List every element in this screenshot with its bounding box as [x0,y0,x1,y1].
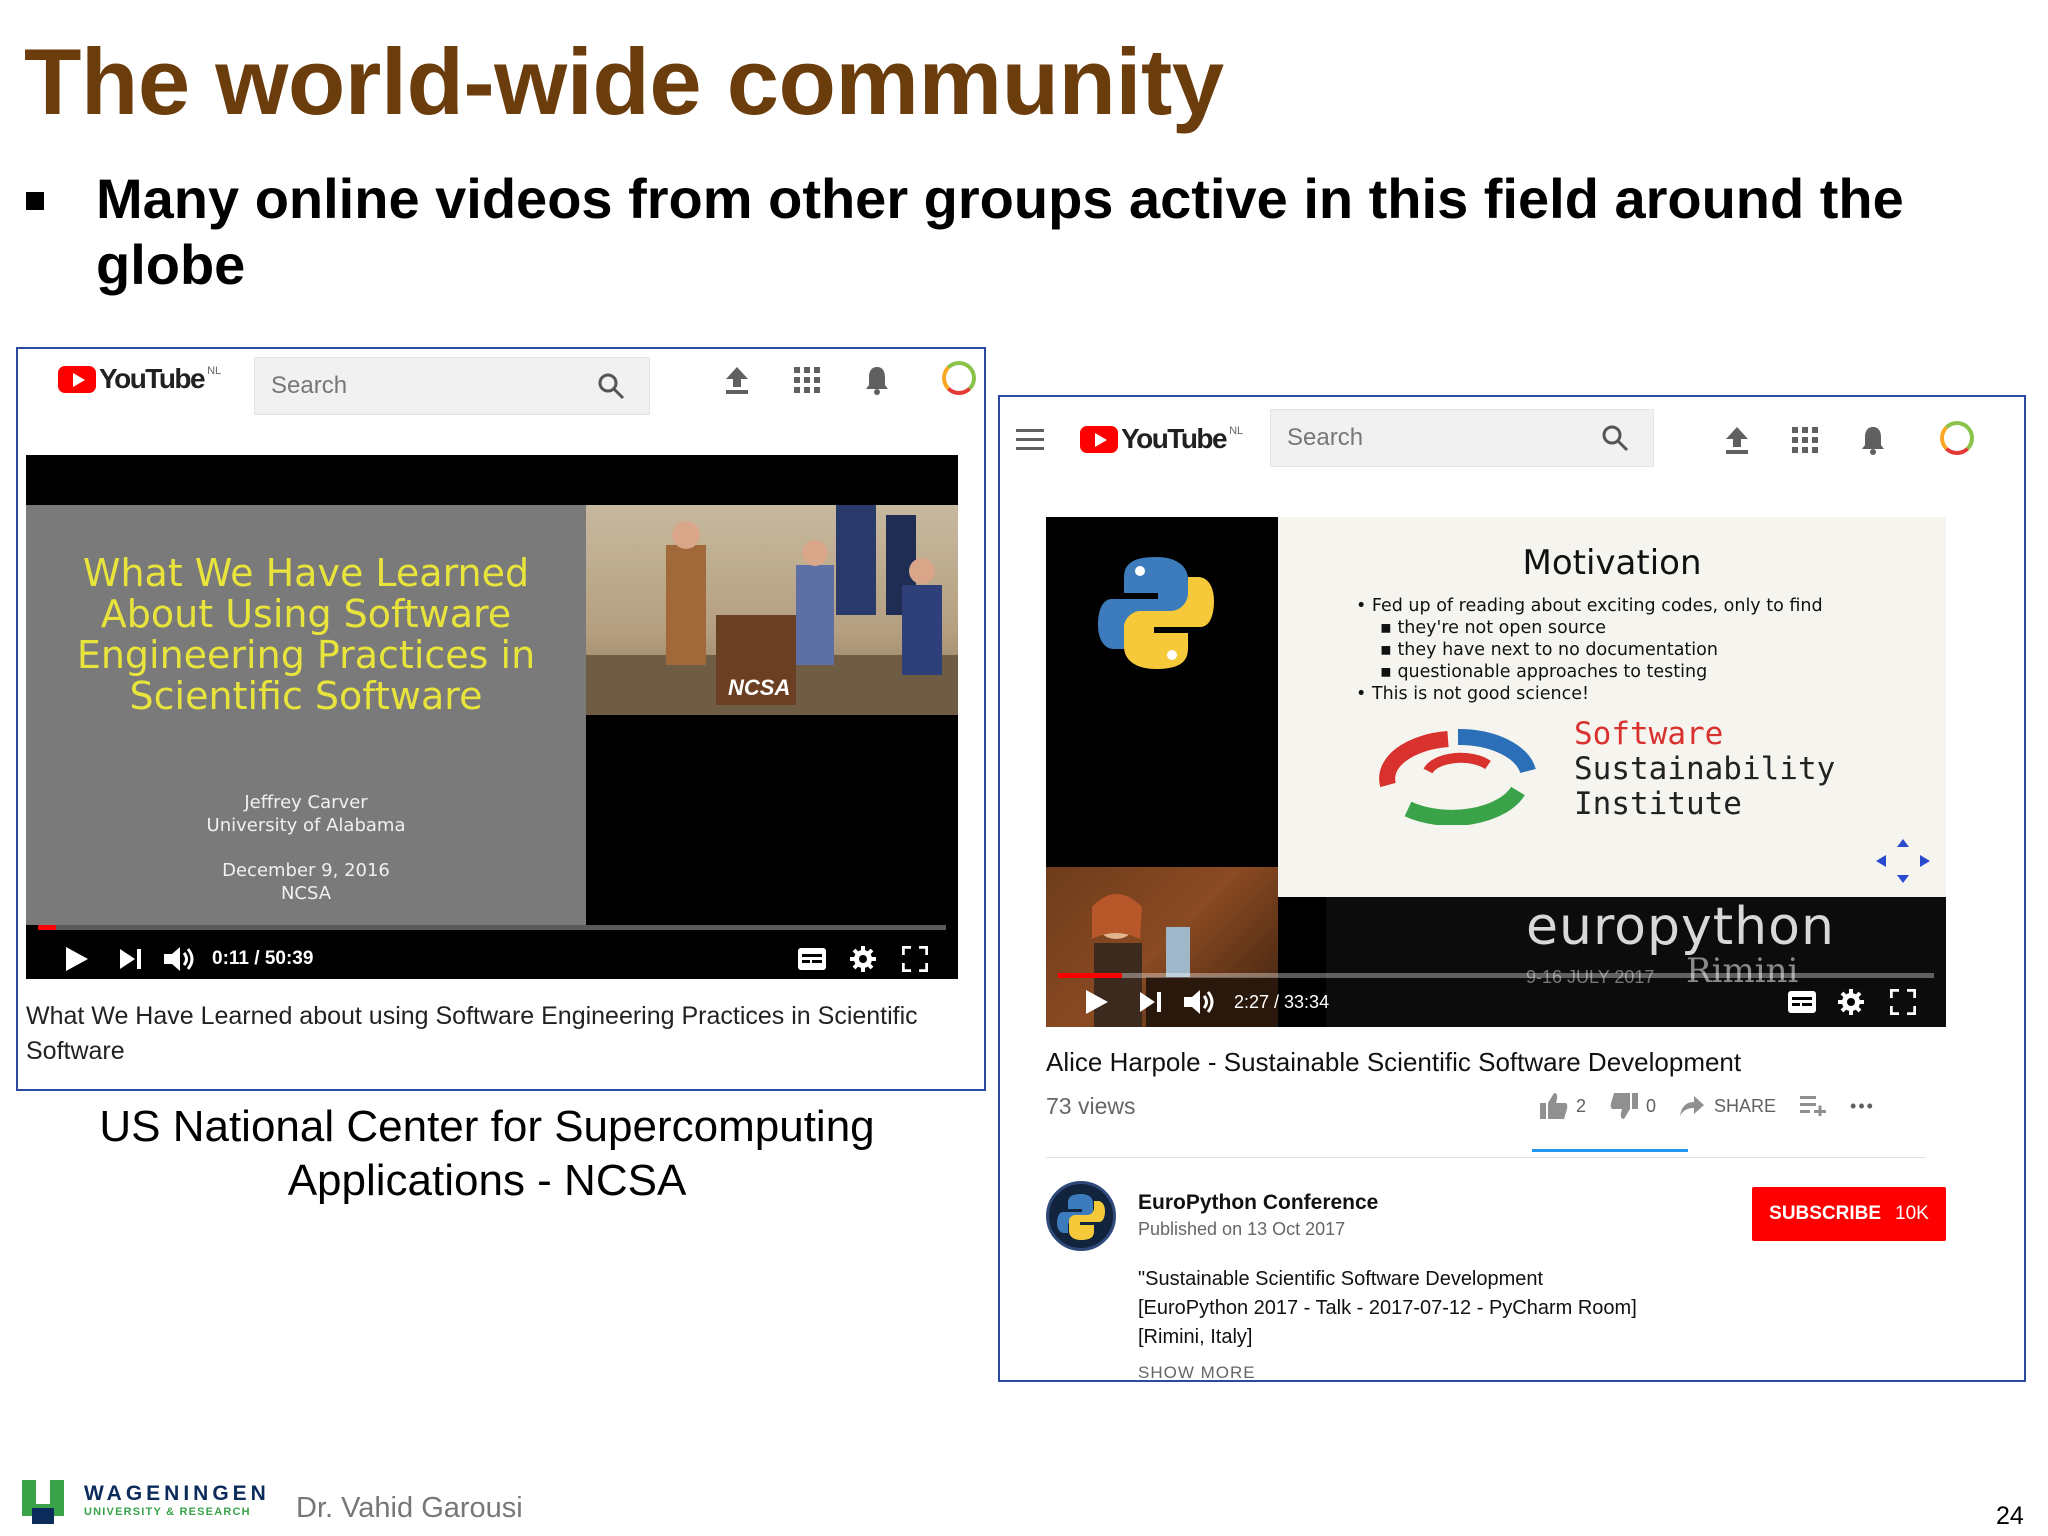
video-title[interactable]: Alice Harpole - Sustainable Scientific S… [1046,1047,1741,1078]
org-name: WAGENINGEN [84,1482,270,1505]
dislike-button[interactable]: 0 [1610,1093,1656,1119]
account-avatar[interactable] [942,361,976,395]
right-video-screenshot: YouTube NL Search Motivation • Fed up of… [998,395,2026,1382]
video-title[interactable]: What We Have Learned about using Softwar… [26,999,958,1069]
add-to-playlist-icon [1800,1096,1827,1116]
youtube-header: YouTube NL Search [1000,409,2024,489]
search-input[interactable]: Search [1270,409,1654,467]
channel-avatar[interactable] [1046,1181,1116,1251]
video-progress-fill [38,925,57,930]
upload-icon[interactable] [1724,425,1750,455]
lecture-slide-title: What We Have Learned About Using Softwar… [76,551,536,718]
captions-icon[interactable] [798,948,826,970]
video-time: 0:11 / 50:39 [212,948,314,969]
play-icon[interactable] [66,947,88,971]
captions-icon[interactable] [1788,991,1816,1013]
notifications-bell-icon[interactable] [864,365,890,395]
play-icon[interactable] [1086,990,1108,1014]
presenter-name: Dr. Vahid Garousi [296,1492,523,1524]
video-time: 2:27 / 33:34 [1234,991,1330,1012]
fullscreen-icon[interactable] [902,946,928,972]
thumbs-up-icon [1540,1093,1568,1119]
menu-hamburger-icon[interactable] [1016,429,1044,451]
youtube-logo[interactable]: YouTube NL [1080,423,1243,455]
left-panel-caption: US National Center for Supercomputing Ap… [99,1102,875,1205]
video-player[interactable]: What We Have Learned About Using Softwar… [26,455,958,979]
speakers-at-podium-image: NCSA [586,505,958,715]
thumbs-down-icon [1610,1093,1639,1119]
move-arrows-icon [1876,839,1930,883]
youtube-play-icon [58,365,96,393]
publish-date: Published on 13 Oct 2017 [1138,1219,1346,1239]
more-actions-button[interactable]: ••• [1850,1096,1875,1117]
left-video-screenshot: YouTube NL Search What We Have Learned A… [16,347,986,1091]
camera-feed: NCSA [586,505,958,715]
settings-gear-icon[interactable] [850,946,876,972]
next-icon[interactable] [1140,992,1162,1012]
youtube-play-icon [1080,425,1118,453]
account-avatar[interactable] [1940,421,1974,455]
search-icon[interactable] [1601,424,1629,452]
podium-logo-text: NCSA [728,675,790,700]
more-dots-icon: ••• [1850,1095,1875,1116]
lecture-slide: What We Have Learned About Using Softwar… [26,505,586,925]
search-input[interactable]: Search [254,357,650,415]
bullet-text: Many online videos from other groups act… [96,167,1904,296]
show-more-link[interactable]: SHOW MORE [1138,1363,1256,1380]
video-player[interactable]: Motivation • Fed up of reading about exc… [1046,517,1946,1027]
like-button[interactable]: 2 [1540,1093,1586,1119]
lecture-date: December 9, 2016 NCSA [222,860,390,904]
add-to-playlist-button[interactable] [1800,1096,1827,1116]
notifications-bell-icon[interactable] [1860,425,1886,455]
share-arrow-icon [1680,1096,1705,1116]
video-actions: 2 0 SHARE ••• [1540,1093,1899,1119]
view-count: 73 views [1046,1093,1136,1119]
europython-wordmark: europython [1526,897,1835,957]
page-number: 24 [1996,1502,2024,1530]
bullet-marker [26,192,44,210]
talk-slide-heading: Motivation [1522,543,1702,583]
video-progress-bar[interactable] [38,925,946,930]
fullscreen-icon[interactable] [1890,989,1916,1015]
volume-icon[interactable] [1184,988,1216,1016]
talk-slide: Motivation • Fed up of reading about exc… [1278,517,1946,897]
share-button[interactable]: SHARE [1680,1096,1776,1117]
channel-name[interactable]: EuroPython Conference [1138,1191,1378,1215]
slide-title: The world-wide community [24,29,1224,134]
youtube-logo[interactable]: YouTube NL [58,363,221,395]
apps-grid-icon[interactable] [794,367,820,393]
settings-gear-icon[interactable] [1838,989,1864,1015]
ssi-wordmark: Software Sustainability Institute [1574,716,1836,822]
lecture-author: Jeffrey Carver University of Alabama [206,792,406,836]
player-controls: 2:27 / 33:34 [1046,977,1946,1027]
wageningen-logo-icon [22,1480,64,1524]
apps-grid-icon[interactable] [1792,427,1818,453]
section-divider [1046,1157,1926,1158]
subscribe-button[interactable]: SUBSCRIBE 10K [1752,1187,1946,1241]
like-ratio-bar [1532,1149,1688,1152]
channel-python-logo-icon [1057,1194,1105,1240]
python-logo-icon [1098,557,1214,669]
next-icon[interactable] [120,949,142,969]
talk-slide-bullets: • Fed up of reading about exciting codes… [1356,596,1823,704]
ssi-logo-icon [1379,728,1536,825]
player-controls: 0:11 / 50:39 [26,931,958,979]
org-subtitle: UNIVERSITY & RESEARCH [84,1506,251,1518]
search-icon[interactable] [597,372,625,400]
volume-icon[interactable] [164,945,196,973]
youtube-header: YouTube NL Search [18,349,984,429]
upload-icon[interactable] [724,365,750,395]
video-description: "Sustainable Scientific Software Develop… [1138,1268,1637,1348]
